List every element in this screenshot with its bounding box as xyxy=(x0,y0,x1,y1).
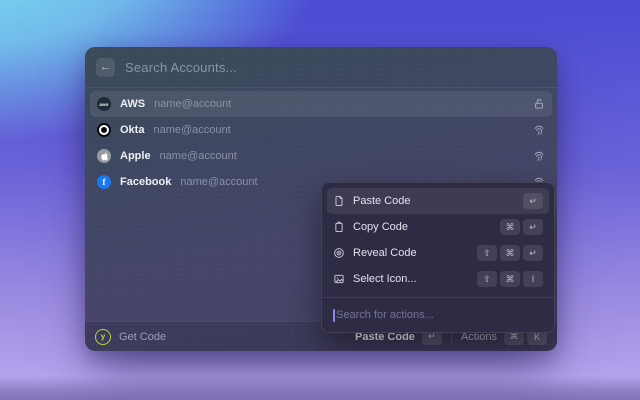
apple-logo-icon xyxy=(97,149,111,163)
footer-app-label: Get Code xyxy=(119,330,167,343)
menu-item-select-icon[interactable]: Select Icon... ⇧ ⌘ I xyxy=(327,266,549,292)
menu-item-label: Select Icon... xyxy=(353,273,417,285)
key-return: ↵ xyxy=(523,245,543,261)
okta-logo-icon xyxy=(97,123,111,137)
unlock-icon xyxy=(533,98,545,110)
clipboard-icon xyxy=(333,221,345,233)
account-name: AWS xyxy=(120,98,146,110)
account-row-aws[interactable]: aws AWS name@account xyxy=(90,91,552,117)
key-shift: ⇧ xyxy=(477,245,497,261)
menu-item-reveal-code[interactable]: Reveal Code ⇧ ⌘ ↵ xyxy=(327,240,549,266)
key-command: ⌘ xyxy=(500,219,520,235)
account-name: Apple xyxy=(120,150,151,162)
key-i: I xyxy=(523,271,543,287)
account-detail: name@account xyxy=(180,176,258,188)
account-detail: name@account xyxy=(153,124,231,136)
account-detail: name@account xyxy=(159,150,237,162)
image-icon xyxy=(333,273,345,285)
launcher-window: ← Search Accounts... aws AWS name@accoun… xyxy=(85,47,557,351)
back-button[interactable]: ← xyxy=(96,57,115,77)
fingerprint-icon xyxy=(533,124,545,136)
key-command: ⌘ xyxy=(500,271,520,287)
key-command: ⌘ xyxy=(500,245,520,261)
menu-item-label: Paste Code xyxy=(353,195,411,207)
menu-item-paste-code[interactable]: Paste Code ↵ xyxy=(327,188,549,214)
menu-divider xyxy=(322,297,554,298)
menu-item-label: Copy Code xyxy=(353,221,409,233)
document-icon xyxy=(333,195,345,207)
fingerprint-icon xyxy=(533,150,545,162)
menu-item-copy-code[interactable]: Copy Code ⌘ ↵ xyxy=(327,214,549,240)
account-name: Okta xyxy=(120,124,145,136)
menu-item-label: Reveal Code xyxy=(353,247,417,259)
back-arrow-icon: ← xyxy=(100,60,111,73)
account-row-okta[interactable]: Okta name@account xyxy=(90,117,552,143)
actions-menu: Paste Code ↵ Copy Code ⌘ ↵ Reveal Code ⇧… xyxy=(321,182,555,333)
reveal-icon xyxy=(333,247,345,259)
yubico-logo-icon: y xyxy=(95,328,111,345)
search-header: ← Search Accounts... xyxy=(85,47,557,88)
actions-search-input[interactable]: Search for actions... xyxy=(327,303,549,327)
aws-logo-icon: aws xyxy=(97,97,111,111)
key-shift: ⇧ xyxy=(477,271,497,287)
text-caret xyxy=(333,308,335,322)
account-name: Facebook xyxy=(120,176,172,188)
account-detail: name@account xyxy=(154,98,232,110)
account-row-apple[interactable]: Apple name@account xyxy=(90,143,552,169)
search-input[interactable]: Search Accounts... xyxy=(125,60,237,75)
key-return: ↵ xyxy=(523,219,543,235)
actions-search-placeholder: Search for actions... xyxy=(336,309,434,321)
key-return: ↵ xyxy=(523,193,543,209)
facebook-logo-icon: f xyxy=(97,175,111,189)
